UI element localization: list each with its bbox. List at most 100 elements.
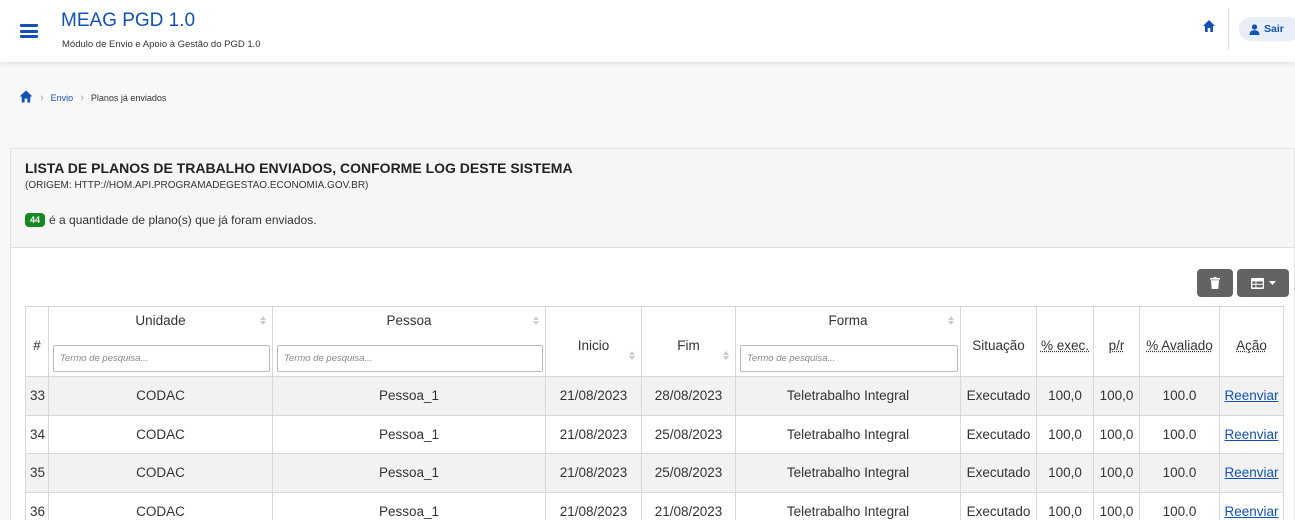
- cell-inicio: 21/08/2023: [545, 414, 642, 454]
- col-header-pr: p/r: [1093, 306, 1140, 377]
- col-header-situacao: Situação: [960, 306, 1037, 377]
- cell-exec: 100,0: [1036, 491, 1094, 520]
- cell-forma: Teletrabalho Integral: [735, 491, 961, 520]
- col-header-unidade[interactable]: Unidade: [48, 306, 273, 377]
- sort-icon[interactable]: [948, 316, 954, 325]
- col-label-unidade: Unidade: [135, 313, 186, 328]
- logout-button[interactable]: Sair: [1239, 17, 1295, 41]
- table-row: 36 CODAC Pessoa_1 21/08/2023 21/08/2023 …: [25, 491, 1284, 520]
- cell-pessoa: Pessoa_1: [272, 414, 546, 454]
- cell-num: 35: [25, 453, 49, 493]
- table-header-row: # Unidade Pessoa Inicio Fim: [25, 306, 1284, 377]
- cell-inicio: 21/08/2023: [545, 491, 642, 520]
- plan-count-text: é a quantidade de plano(s) que já foram …: [49, 213, 317, 227]
- plan-count-line: 44 é a quantidade de plano(s) que já for…: [25, 213, 317, 227]
- col-header-acao: Ação: [1219, 306, 1284, 377]
- col-header-fim[interactable]: Fim: [641, 306, 736, 377]
- trash-icon: [1210, 277, 1220, 289]
- resend-link[interactable]: Reenviar: [1224, 388, 1278, 403]
- sort-icon[interactable]: [723, 351, 729, 360]
- col-header-inicio[interactable]: Inicio: [545, 306, 642, 377]
- cell-fim: 28/08/2023: [641, 376, 736, 416]
- cell-situacao: Executado: [960, 376, 1037, 416]
- cell-unidade: CODAC: [48, 376, 273, 416]
- cell-pessoa: Pessoa_1: [272, 376, 546, 416]
- cell-pr: 100,0: [1093, 453, 1140, 493]
- cell-acao: Reenviar: [1219, 453, 1284, 493]
- cell-pr: 100,0: [1093, 376, 1140, 416]
- cell-acao: Reenviar: [1219, 376, 1284, 416]
- app-subtitle: Módulo de Envio e Apoio à Gestão do PGD …: [62, 39, 261, 50]
- top-header: MEAG PGD 1.0 Módulo de Envio e Apoio à G…: [0, 0, 1295, 62]
- panel-title: LISTA DE PLANOS DE TRABALHO ENVIADOS, CO…: [25, 160, 573, 176]
- cell-exec: 100,0: [1036, 376, 1094, 416]
- cell-forma: Teletrabalho Integral: [735, 453, 961, 493]
- filter-pessoa-input[interactable]: [277, 345, 543, 372]
- sort-icon[interactable]: [629, 351, 635, 360]
- logout-label: Sair: [1264, 23, 1284, 35]
- cell-inicio: 21/08/2023: [545, 376, 642, 416]
- cell-unidade: CODAC: [48, 453, 273, 493]
- cell-pessoa: Pessoa_1: [272, 453, 546, 493]
- resend-link[interactable]: Reenviar: [1224, 504, 1278, 519]
- cell-fim: 21/08/2023: [641, 491, 736, 520]
- panel-origin: (ORIGEM: HTTP://HOM.API.PROGRAMADEGESTAO…: [25, 180, 369, 191]
- delete-button[interactable]: [1197, 269, 1233, 297]
- cell-situacao: Executado: [960, 453, 1037, 493]
- plans-panel: LISTA DE PLANOS DE TRABALHO ENVIADOS, CO…: [10, 148, 1295, 520]
- cell-pessoa: Pessoa_1: [272, 491, 546, 520]
- col-label-fim: Fim: [677, 338, 700, 353]
- resend-link[interactable]: Reenviar: [1224, 465, 1278, 480]
- hamburger-menu-icon[interactable]: [20, 24, 38, 38]
- app-title[interactable]: MEAG PGD 1.0: [61, 10, 195, 32]
- cell-exec: 100,0: [1036, 453, 1094, 493]
- cell-num: 33: [25, 376, 49, 416]
- caret-down-icon: [1268, 281, 1276, 285]
- panel-header: LISTA DE PLANOS DE TRABALHO ENVIADOS, CO…: [11, 149, 1294, 248]
- cell-situacao: Executado: [960, 491, 1037, 520]
- col-label-inicio: Inicio: [577, 338, 610, 353]
- header-home-icon[interactable]: [1202, 19, 1216, 33]
- plan-count-badge: 44: [25, 213, 46, 227]
- cell-acao: Reenviar: [1219, 491, 1284, 520]
- table-row: 35 CODAC Pessoa_1 21/08/2023 25/08/2023 …: [25, 453, 1284, 493]
- breadcrumb: › Envio › Planos já enviados: [19, 90, 166, 105]
- resend-link[interactable]: Reenviar: [1224, 427, 1278, 442]
- cell-unidade: CODAC: [48, 491, 273, 520]
- breadcrumb-home-icon[interactable]: [19, 90, 33, 105]
- cell-num: 34: [25, 414, 49, 454]
- cell-forma: Teletrabalho Integral: [735, 414, 961, 454]
- cell-fim: 25/08/2023: [641, 453, 736, 493]
- table-columns-icon: [1250, 277, 1264, 289]
- filter-forma-input[interactable]: [740, 345, 958, 372]
- header-divider: [1228, 8, 1229, 50]
- col-label-pessoa: Pessoa: [386, 313, 432, 328]
- breadcrumb-envio-link[interactable]: Envio: [51, 93, 74, 103]
- table-row: 33 CODAC Pessoa_1 21/08/2023 28/08/2023 …: [25, 376, 1284, 416]
- col-header-forma[interactable]: Forma: [735, 306, 961, 377]
- cell-inicio: 21/08/2023: [545, 453, 642, 493]
- table-row: 34 CODAC Pessoa_1 21/08/2023 25/08/2023 …: [25, 414, 1284, 454]
- user-icon: [1249, 23, 1260, 35]
- sort-icon[interactable]: [533, 316, 539, 325]
- cell-pr: 100,0: [1093, 491, 1140, 520]
- breadcrumb-current: Planos já enviados: [90, 92, 167, 103]
- cell-avaliado: 100.0: [1139, 376, 1220, 416]
- col-header-num: #: [25, 306, 49, 377]
- filter-unidade-input[interactable]: [53, 345, 270, 372]
- columns-toggle-button[interactable]: [1237, 269, 1289, 297]
- col-label-forma: Forma: [828, 313, 868, 328]
- sort-icon[interactable]: [260, 316, 266, 325]
- cell-acao: Reenviar: [1219, 414, 1284, 454]
- col-header-avaliado: % Avaliado: [1139, 306, 1220, 377]
- cell-pr: 100,0: [1093, 414, 1140, 454]
- cell-exec: 100,0: [1036, 414, 1094, 454]
- plans-table: # Unidade Pessoa Inicio Fim: [25, 306, 1284, 520]
- breadcrumb-chevron-icon: ›: [80, 91, 84, 104]
- cell-situacao: Executado: [960, 414, 1037, 454]
- cell-forma: Teletrabalho Integral: [735, 376, 961, 416]
- cell-avaliado: 100.0: [1139, 414, 1220, 454]
- col-header-pessoa[interactable]: Pessoa: [272, 306, 546, 377]
- cell-avaliado: 100.0: [1139, 491, 1220, 520]
- cell-fim: 25/08/2023: [641, 414, 736, 454]
